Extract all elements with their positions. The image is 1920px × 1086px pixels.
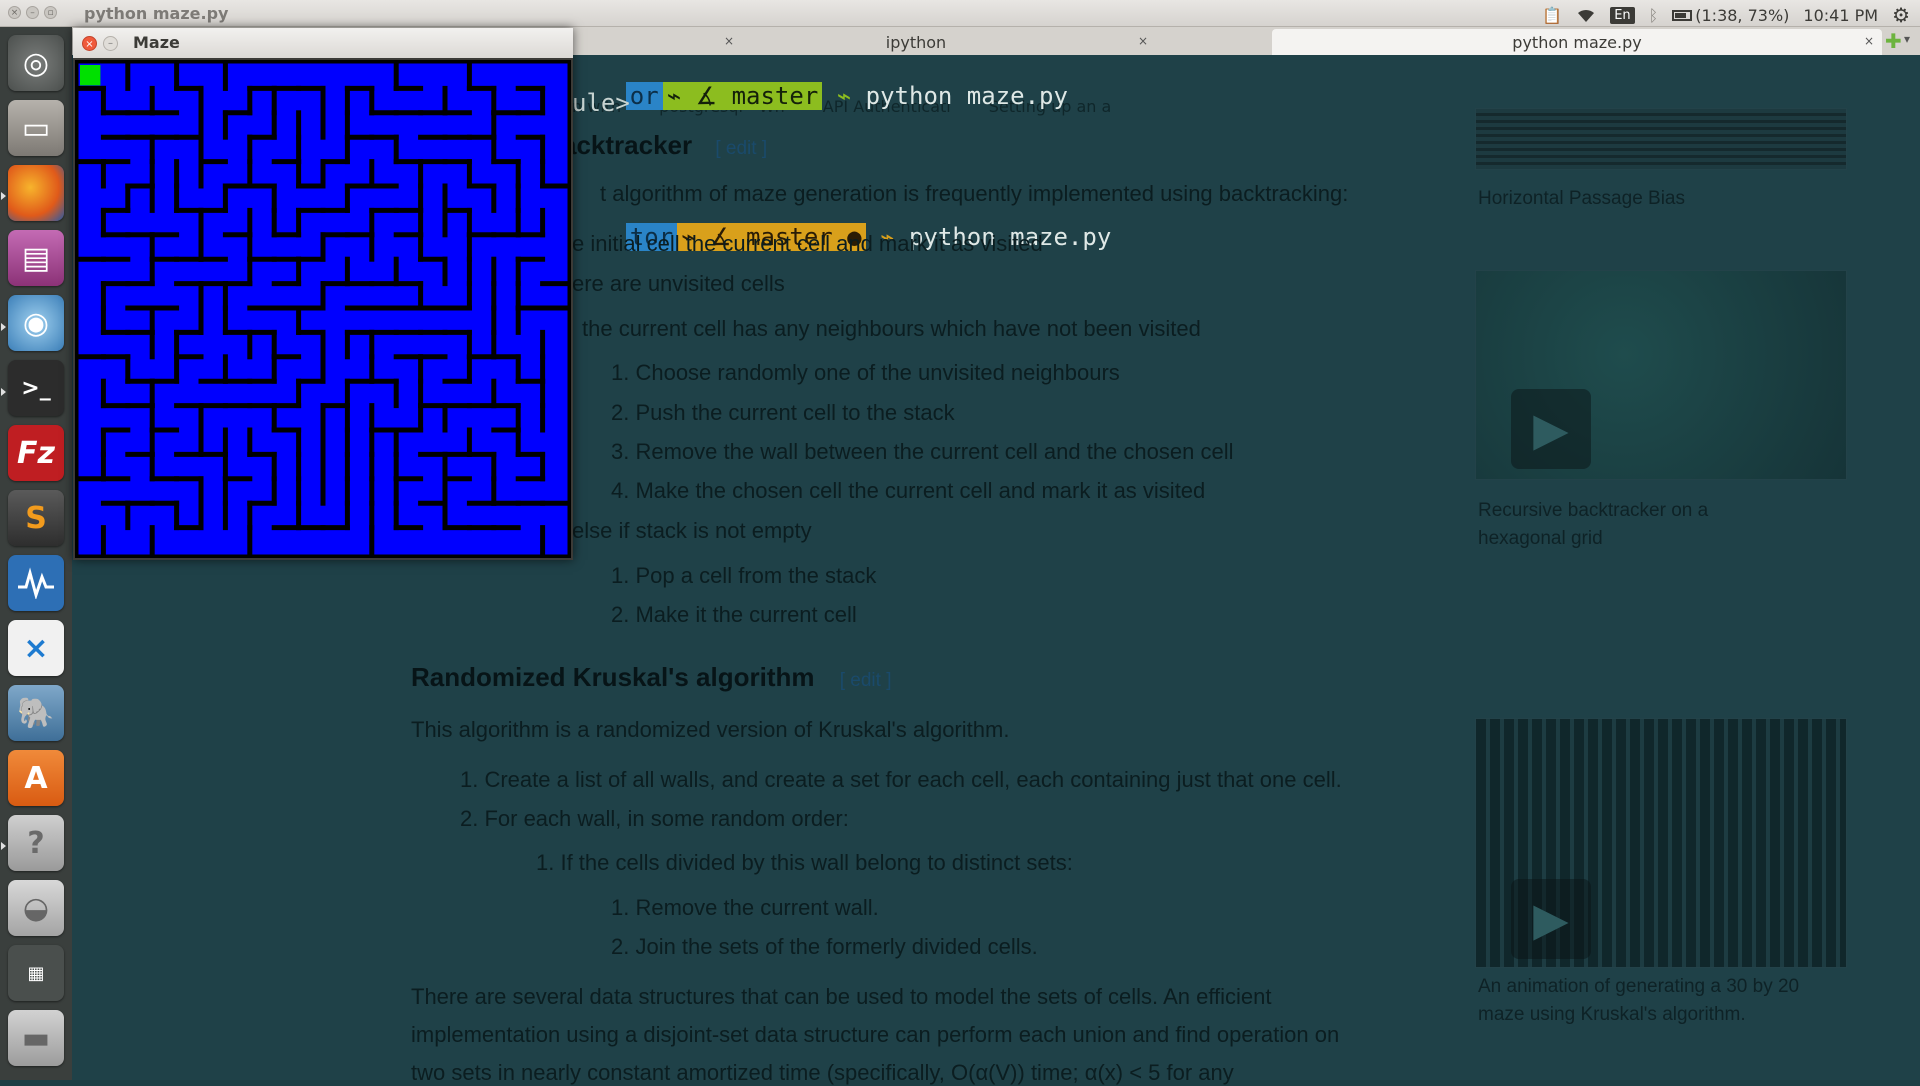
close-icon[interactable]: × (8, 6, 21, 19)
wiki-text: 2. Push the current cell to the stack (611, 400, 955, 425)
trash-icon[interactable]: ▬ (8, 1010, 64, 1066)
settings-gear-icon[interactable]: ⚙ (1892, 3, 1910, 27)
wiki-text: 1. Remove the current wall. (611, 895, 879, 920)
running-indicator (1, 388, 6, 396)
video-play-icon[interactable]: ▶ (1511, 879, 1591, 959)
prompt-path: or (625, 82, 663, 110)
sublime-text-icon[interactable]: S (8, 490, 64, 546)
system-monitor-icon[interactable] (8, 555, 64, 611)
filezilla-icon[interactable]: Fz (8, 425, 64, 481)
thumbnail-hex-backtracker[interactable]: ▶ (1475, 270, 1847, 480)
thumbnail-caption: An animation of generating a 30 by 20 ma… (1478, 976, 1800, 1025)
battery-icon (1672, 9, 1693, 21)
wiki-text: else if stack is not empty (572, 518, 812, 543)
running-indicator (1, 842, 6, 850)
prompt-branch: ⌁ ∡ master (662, 82, 823, 110)
wiki-text: e initial cell the current cell and mark… (572, 231, 1043, 256)
wiki-text: 2. Make it the current cell (611, 602, 857, 627)
wiki-text: 2. For each wall, in some random order: (460, 806, 849, 831)
disk-icon[interactable]: ◒ (8, 880, 64, 936)
close-button[interactable]: × (82, 36, 97, 51)
maximize-icon[interactable]: ▫ (44, 6, 57, 19)
prompt-command: python maze.py (865, 82, 1068, 110)
new-tab-icon[interactable]: ✚ (1885, 29, 1902, 53)
wiki-text: t algorithm of maze generation is freque… (600, 181, 1349, 206)
window-controls: × – ▫ (8, 6, 57, 19)
maze-window: × – Maze (73, 28, 573, 560)
presentation-icon[interactable]: ▤ (8, 230, 64, 286)
help-icon[interactable]: ? (8, 815, 64, 871)
ubuntu-software-icon[interactable]: A (8, 750, 64, 806)
launcher: ◎ ▭ ▤ ◉ >_ Fz S ⨯ 🐘 A ? ◒ ▦ ▬ (0, 27, 73, 1080)
wiki-text: There are several data structures that c… (411, 984, 1272, 1009)
clock[interactable]: 10:41 PM (1803, 6, 1878, 25)
minimize-button[interactable]: – (103, 36, 118, 51)
section-heading-kruskal: Randomized Kruskal's algorithm [ edit ] (411, 662, 892, 692)
battery-text: (1:38, 73%) (1695, 5, 1790, 25)
wiki-text: 1. If the cells divided by this wall bel… (536, 850, 1073, 875)
section-heading-backtracker: acktracker [ edit ] (562, 130, 768, 160)
tab-ipython[interactable]: ipython × (676, 29, 1156, 55)
keyboard-layout-indicator[interactable]: En (1610, 6, 1635, 24)
visual-studio-code-icon[interactable]: ⨯ (8, 620, 64, 676)
edit-link[interactable]: [ edit ] (715, 138, 767, 159)
wiki-text: the current cell has any neighbours whic… (582, 316, 1201, 341)
wiki-text: 1. Pop a cell from the stack (611, 563, 877, 588)
minimize-icon[interactable]: – (26, 6, 39, 19)
chromium-icon[interactable]: ◉ (8, 295, 64, 351)
battery-indicator[interactable]: (1:38, 73%) (1672, 6, 1789, 25)
firefox-icon[interactable] (8, 165, 64, 221)
tab-python-maze[interactable]: python maze.py × (1272, 29, 1882, 55)
maze-start-cell (80, 65, 101, 86)
tab-menu-chevron-icon[interactable]: ▾ (1904, 32, 1910, 46)
thumbnail-caption: Horizontal Passage Bias (1478, 188, 1685, 209)
maze-titlebar[interactable]: × – Maze (73, 28, 573, 58)
wiki-text: 1. Choose randomly one of the unvisited … (611, 360, 1120, 385)
tab-close-icon[interactable]: × (1864, 34, 1874, 48)
terminal-line-1: or ⌁ ∡ master ⌁ python maze.py (568, 54, 1068, 138)
wiki-text: 3. Remove the wall between the current c… (611, 439, 1234, 464)
wiki-text: 2. Join the sets of the formerly divided… (611, 934, 1038, 959)
wiki-text: 1. Create a list of all walls, and creat… (460, 767, 1342, 792)
wiki-text: This algorithm is a randomized version o… (411, 717, 1010, 742)
files-icon[interactable]: ▭ (8, 100, 64, 156)
maze-svg (73, 58, 573, 560)
wiki-text: two sets in nearly constant amortized ti… (411, 1060, 1234, 1085)
top-panel: × – ▫ python maze.py 📋 En ᛒ (1:38, 73%) … (0, 0, 1920, 27)
edit-link[interactable]: [ edit ] (840, 670, 892, 691)
wiki-text: 4. Make the chosen cell the current cell… (611, 478, 1206, 503)
dash-home-icon[interactable]: ◎ (8, 35, 64, 91)
running-indicator (1, 323, 6, 331)
tab-close-icon[interactable]: × (1138, 34, 1148, 48)
thumbnail-caption: Recursive backtracker on a hexagonal gri… (1478, 500, 1709, 549)
terminal-icon[interactable]: >_ (8, 360, 64, 416)
maze-canvas (73, 58, 573, 560)
active-app-title: python maze.py (84, 4, 229, 23)
terminal-fragment: ule> (572, 89, 630, 117)
workspaces-icon[interactable]: ▦ (8, 945, 64, 1001)
running-indicator (1, 192, 6, 200)
wifi-icon[interactable] (1576, 7, 1596, 23)
window-title: Maze (133, 33, 180, 52)
wiki-text: ere are unvisited cells (572, 271, 785, 296)
bluetooth-icon[interactable]: ᛒ (1649, 6, 1659, 25)
thumbnail-kruskal-animation[interactable]: ▶ (1475, 718, 1847, 968)
indicator-area: 📋 En ᛒ (1:38, 73%) 10:41 PM ⚙ (1542, 3, 1910, 27)
thumbnail-horizontal-bias[interactable] (1475, 108, 1847, 170)
pgadmin-icon[interactable]: 🐘 (8, 685, 64, 741)
video-play-icon[interactable]: ▶ (1511, 389, 1591, 469)
clipboard-icon[interactable]: 📋 (1542, 6, 1562, 25)
wiki-text: implementation using a disjoint-set data… (411, 1022, 1340, 1047)
